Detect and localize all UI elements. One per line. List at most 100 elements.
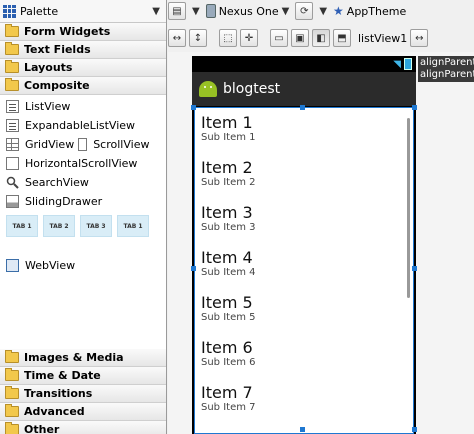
resize-handle[interactable] — [191, 105, 196, 110]
scrollbar[interactable] — [407, 118, 410, 298]
align-icon[interactable]: ▭ — [270, 29, 288, 47]
margins-icon[interactable]: ⬚ — [219, 29, 237, 47]
listview[interactable]: Item 1 Sub Item 1 Item 2 Sub Item 2 Item 3 Su… — [194, 107, 414, 434]
palette-row: GridView ScrollView — [0, 135, 166, 154]
category-composite[interactable]: Composite — [0, 77, 166, 95]
palette-item-webview[interactable]: WebView — [0, 256, 166, 275]
chevron-down-icon[interactable]: ▼ — [192, 6, 200, 17]
list-item[interactable]: Item 1 Sub Item 1 — [195, 108, 413, 153]
list-item[interactable]: Item 7 Sub Item 7 — [195, 378, 413, 423]
device-dropdown[interactable]: Nexus One ▼ — [205, 4, 289, 18]
category-label: Text Fields — [24, 43, 91, 56]
status-bar: ◥ — [192, 56, 416, 72]
align-left-icon[interactable]: ◧ — [312, 29, 330, 47]
layout-file-icon[interactable]: ▤ — [168, 2, 186, 20]
category-form-widgets[interactable]: Form Widgets — [0, 23, 166, 41]
theme-dropdown[interactable]: ★ AppTheme — [333, 4, 406, 18]
folder-icon — [5, 350, 19, 363]
list-item-title: Item 1 — [201, 113, 253, 132]
device-label: Nexus One — [218, 4, 279, 18]
list-item[interactable]: Item 3 Sub Item 3 — [195, 198, 413, 243]
resize-handle[interactable] — [300, 427, 305, 432]
align-top-icon[interactable]: ⬒ — [333, 29, 351, 47]
list-item[interactable]: Item 6 Sub Item 6 — [195, 333, 413, 378]
palette-item-label: SearchView — [25, 176, 89, 189]
resize-handle[interactable] — [300, 105, 305, 110]
star-icon: ★ — [333, 4, 344, 18]
hint-line: alignParentT — [420, 57, 474, 68]
palette-item-expandablelistview[interactable]: ExpandableListView — [0, 116, 166, 135]
palette-item-slidingdrawer[interactable]: SlidingDrawer — [0, 192, 166, 211]
palette-item-label: SlidingDrawer — [25, 195, 103, 208]
category-label: Composite — [24, 79, 90, 92]
battery-icon — [404, 58, 412, 70]
resize-handle[interactable] — [412, 105, 417, 110]
category-time-date[interactable]: Time & Date — [0, 367, 166, 385]
list-item-title: Item 3 — [201, 203, 253, 222]
tab-chip: TAB 2 — [43, 215, 75, 237]
fill-width-icon[interactable]: ↔ — [168, 29, 186, 47]
hint-line: alignParentL — [420, 69, 474, 80]
fill-height-icon[interactable]: ↕ — [189, 29, 207, 47]
listview-icon — [6, 100, 19, 113]
tab-chip: TAB 1 — [117, 215, 149, 237]
category-other[interactable]: Other — [0, 421, 166, 434]
scrollview-icon — [78, 138, 88, 151]
palette-item-horizontalscrollview[interactable]: HorizontalScrollView — [0, 154, 166, 173]
resize-handle[interactable] — [191, 266, 196, 271]
selected-widget-label: listView1 — [358, 31, 408, 45]
tab-chip: TAB 3 — [80, 215, 112, 237]
composite-items: ListView ExpandableListView GridView Scr… — [0, 95, 166, 275]
category-label: Advanced — [24, 405, 85, 418]
folder-icon — [5, 60, 19, 73]
category-layouts[interactable]: Layouts — [0, 59, 166, 77]
palette-item-listview[interactable]: ListView — [0, 97, 166, 116]
category-advanced[interactable]: Advanced — [0, 403, 166, 421]
folder-icon — [5, 404, 19, 417]
layout-canvas: ◥ blogtest Item 1 Sub Item 1 Item 2 Sub Ite… — [168, 52, 474, 434]
list-item-subtitle: Sub Item 7 — [201, 402, 256, 413]
palette-item-tabhost[interactable]: TAB 1 TAB 2 TAB 3 TAB 1 — [0, 211, 166, 241]
resize-handle[interactable] — [412, 427, 417, 432]
category-transitions[interactable]: Transitions — [0, 385, 166, 403]
app-title: blogtest — [223, 81, 281, 97]
category-images-media[interactable]: Images & Media — [0, 349, 166, 367]
folder-icon — [5, 24, 19, 37]
align-center-icon[interactable]: ▣ — [291, 29, 309, 47]
palette-item-label: ExpandableListView — [25, 119, 136, 132]
category-label: Transitions — [24, 387, 93, 400]
android-icon — [199, 81, 217, 97]
resize-handle[interactable] — [412, 266, 417, 271]
list-item[interactable]: Item 4 Sub Item 4 — [195, 243, 413, 288]
palette-header[interactable]: Palette ▼ — [0, 0, 166, 23]
gravity-icon[interactable]: ✛ — [240, 29, 258, 47]
sliding-drawer-icon — [6, 195, 19, 208]
list-item[interactable]: Item 5 Sub Item 5 — [195, 288, 413, 333]
list-item-subtitle: Sub Item 1 — [201, 132, 256, 143]
palette-header-left: Palette — [3, 4, 58, 18]
fill-width-icon[interactable]: ↔ — [410, 29, 429, 47]
palette-item-searchview[interactable]: SearchView — [0, 173, 166, 192]
palette-item-scrollview[interactable]: ScrollView — [74, 135, 149, 154]
palette-item-label: ListView — [25, 100, 71, 113]
list-item-subtitle: Sub Item 2 — [201, 177, 256, 188]
tab-chip: TAB 1 — [6, 215, 38, 237]
expandable-listview-icon — [6, 119, 19, 132]
layout-hint-tooltip: alignParentT alignParentL — [418, 56, 474, 82]
category-label: Time & Date — [24, 369, 101, 382]
layout-toolbar: ↔ ↕ ⬚ ✛ ▭ ▣ ◧ ⬒ listView1 ↔ — [168, 26, 474, 50]
palette-item-gridview[interactable]: GridView — [0, 135, 74, 154]
chevron-down-icon[interactable]: ▼ — [152, 6, 160, 17]
list-item[interactable]: Item 2 Sub Item 2 — [195, 153, 413, 198]
chevron-down-icon[interactable]: ▼ — [319, 6, 327, 17]
category-text-fields[interactable]: Text Fields — [0, 41, 166, 59]
palette-panel: Palette ▼ Form Widgets Text Fields Layou… — [0, 0, 167, 434]
webview-icon — [6, 259, 19, 272]
phone-icon — [205, 4, 216, 18]
list-item-subtitle: Sub Item 4 — [201, 267, 256, 278]
orientation-icon[interactable]: ⟳ — [295, 2, 314, 20]
folder-icon — [5, 422, 19, 434]
list-item-title: Item 2 — [201, 158, 253, 177]
palette-icon — [3, 4, 16, 18]
folder-open-icon — [5, 78, 19, 91]
